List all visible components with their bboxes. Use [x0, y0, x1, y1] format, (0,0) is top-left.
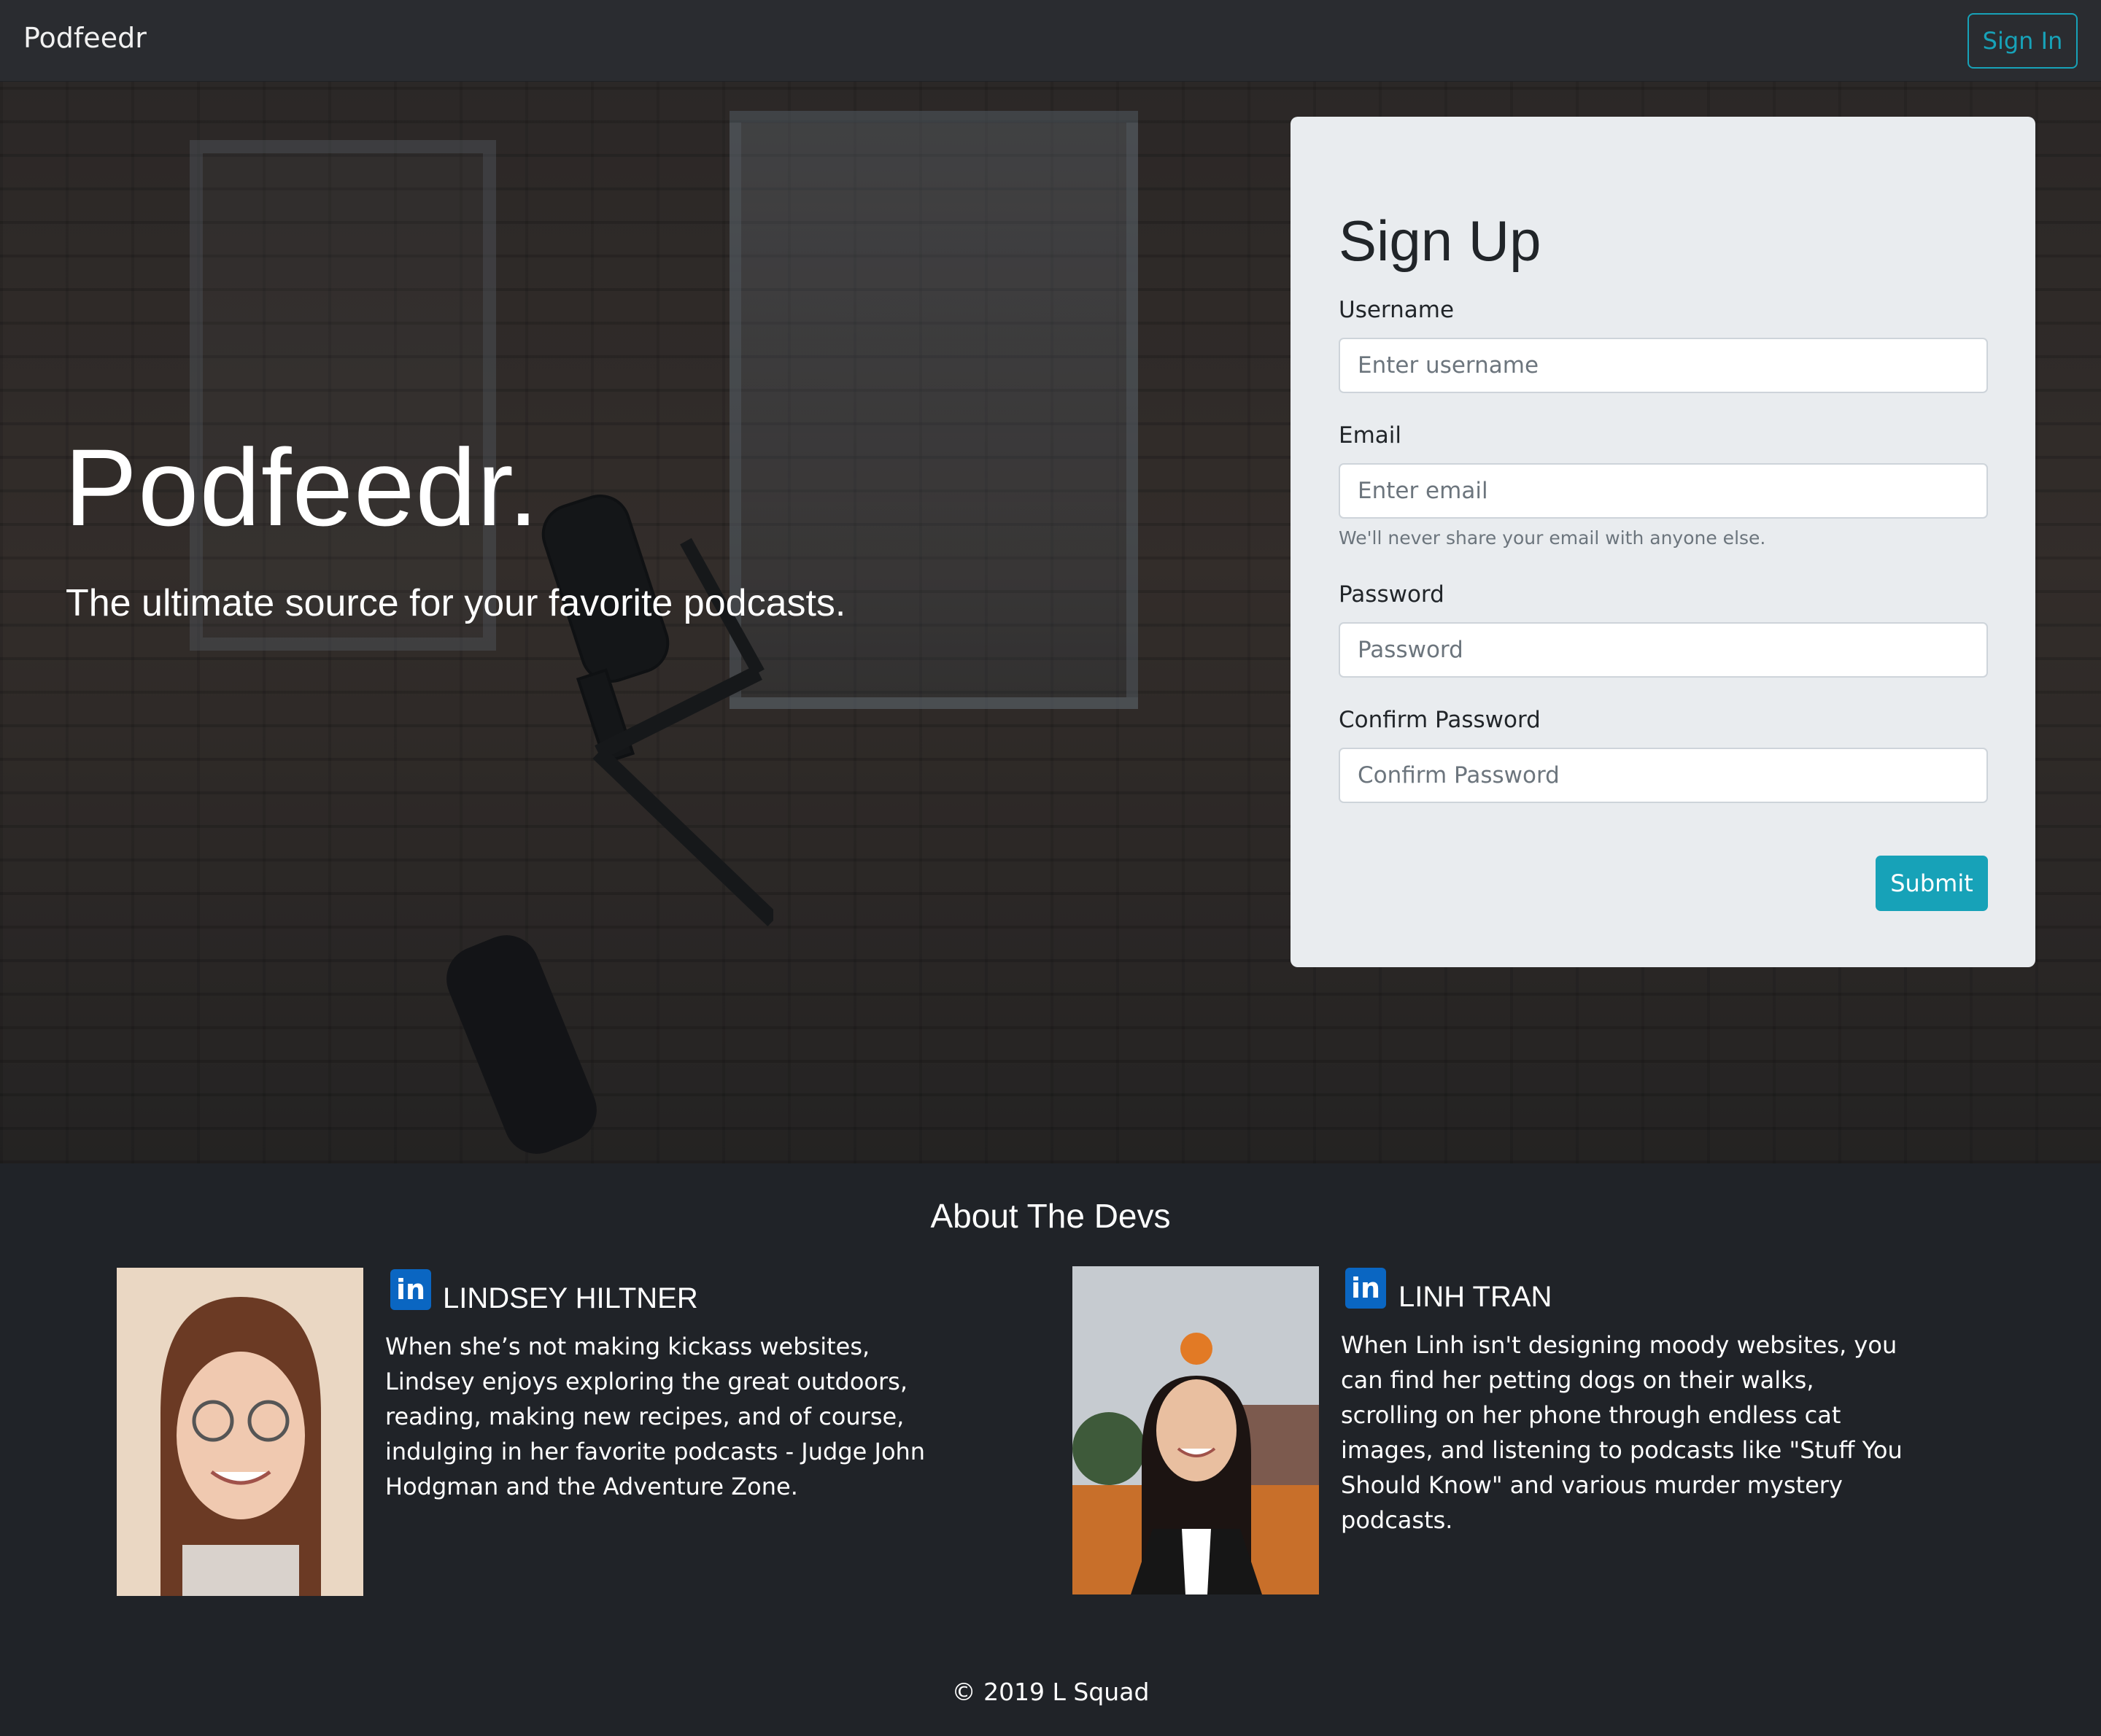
dev-photo-lindsey: [117, 1268, 363, 1596]
navbar: Podfeedr Sign In: [0, 0, 2101, 82]
footer-copyright: © 2019 L Squad: [951, 1678, 1150, 1706]
dev-photo-lindsey-image: [117, 1268, 363, 1596]
email-input[interactable]: [1339, 463, 1988, 519]
dev-bio-linh: When Linh isn't designing moody websites…: [1341, 1331, 1903, 1534]
email-help-text: We'll never share your email with anyone…: [1339, 527, 1766, 549]
dev-name-lindsey: LINDSEY HILTNER: [443, 1282, 698, 1314]
dev-bio-lindsey: When she’s not making kickass websites, …: [385, 1333, 926, 1500]
linkedin-icon[interactable]: in: [1345, 1268, 1386, 1309]
hero-subtitle: The ultimate source for your favorite po…: [66, 582, 846, 624]
password-label: Password: [1339, 581, 1444, 608]
linkedin-icon[interactable]: in: [390, 1269, 431, 1310]
hero-title: Podfeedr.: [64, 426, 540, 549]
signup-card: Sign Up Username Email We'll never share…: [1291, 117, 2035, 967]
confirm-password-input[interactable]: [1339, 748, 1988, 803]
brand-logo[interactable]: Podfeedr: [23, 22, 147, 54]
sign-in-button[interactable]: Sign In: [1967, 13, 2078, 69]
dev-photo-linh: [1072, 1266, 1319, 1594]
submit-button[interactable]: Submit: [1876, 856, 1988, 911]
dev-name-linh: LINH TRAN: [1398, 1281, 1552, 1313]
dev-photo-linh-image: [1072, 1266, 1319, 1594]
signup-title: Sign Up: [1339, 209, 1541, 273]
email-label: Email: [1339, 422, 1402, 449]
username-label: Username: [1339, 297, 1455, 323]
password-input[interactable]: [1339, 622, 1988, 678]
confirm-password-label: Confirm Password: [1339, 707, 1541, 733]
about-title: About The Devs: [930, 1197, 1171, 1235]
username-input[interactable]: [1339, 338, 1988, 393]
